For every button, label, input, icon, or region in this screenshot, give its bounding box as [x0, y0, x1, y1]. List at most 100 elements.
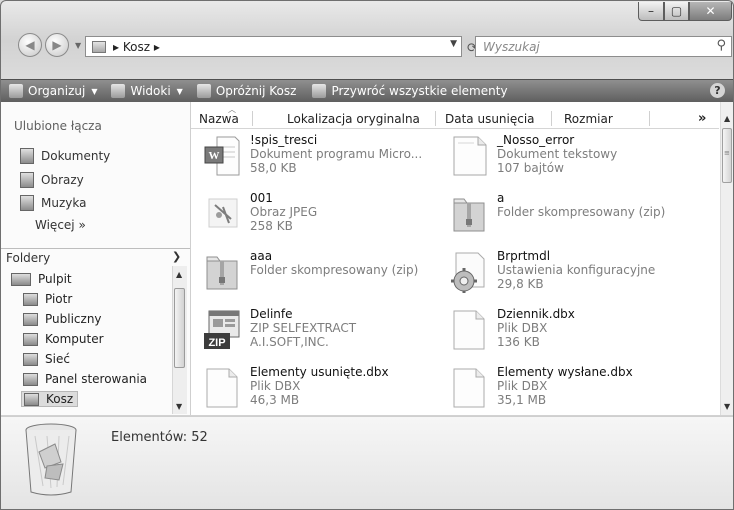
column-separator[interactable] — [252, 111, 253, 126]
file-name: a — [497, 191, 505, 205]
command-bar: Organizuj ▼ Widoki ▼ Opróżnij Kosz Przyw… — [1, 79, 733, 103]
folder-icon — [23, 312, 38, 326]
column-date-deleted[interactable]: Data usunięcia — [445, 112, 535, 126]
search-input[interactable]: Wyszukaj ⚲ — [475, 36, 732, 57]
column-separator[interactable] — [551, 111, 552, 126]
desktop-icon — [11, 272, 31, 286]
views-label: Widoki — [130, 84, 171, 98]
column-separator[interactable] — [435, 111, 436, 126]
file-name: Brprtmdl — [497, 249, 551, 263]
column-original-location[interactable]: Lokalizacja oryginalna — [287, 112, 420, 126]
file-size: 136 KB — [497, 335, 540, 349]
pictures-icon — [20, 172, 34, 188]
file-size: 46,3 MB — [250, 393, 300, 407]
scroll-up-icon[interactable]: ▲ — [724, 114, 730, 123]
close-button[interactable]: ✕ — [689, 2, 732, 21]
file-item[interactable]: 001 Obraz JPEG 258 KB — [196, 190, 441, 238]
restore-all-button[interactable]: Przywróć wszystkie elementy — [312, 84, 508, 98]
file-type: Ustawienia konfiguracyjne — [497, 263, 656, 277]
file-size: 35,1 MB — [497, 393, 547, 407]
folders-header[interactable]: Foldery ❯ — [1, 248, 190, 267]
tree-item-public[interactable]: Publiczny — [23, 312, 102, 326]
organize-icon — [9, 84, 23, 98]
music-icon — [20, 195, 34, 211]
file-item[interactable]: W !spis_tresci Dokument programu Micro..… — [196, 132, 441, 180]
favorite-label: Muzyka — [41, 196, 87, 210]
file-name: _Nosso_error — [497, 133, 575, 147]
minimize-button[interactable]: – — [638, 2, 664, 21]
file-size: 107 bajtów — [497, 161, 564, 175]
file-item[interactable]: aaa Folder skompresowany (zip) — [196, 248, 441, 296]
navigation-pane: Ulubione łącza Dokumenty Obrazy Muzyka W… — [1, 102, 191, 415]
documents-icon — [20, 148, 34, 164]
favorites-title: Ulubione łącza — [14, 119, 102, 133]
file-type: ZIP SELFEXTRACT — [250, 321, 357, 335]
forward-button[interactable]: ▶ — [45, 33, 69, 57]
chevron-down-icon: ❯ — [172, 250, 182, 263]
file-item[interactable]: a Folder skompresowany (zip) — [443, 190, 688, 238]
breadcrumb[interactable]: ▸ Kosz ▸ — [113, 40, 160, 54]
folders-title: Foldery — [6, 251, 51, 265]
tree-label: Kosz — [46, 392, 74, 406]
favorite-label: Obrazy — [41, 173, 84, 187]
tree-item-desktop[interactable]: Pulpit — [11, 272, 72, 286]
file-item[interactable]: Brprtmdl Ustawienia konfiguracyjne 29,8 … — [443, 248, 688, 296]
tree-item-network[interactable]: Sieć — [23, 352, 70, 366]
title-bar: – ▢ ✕ — [1, 1, 733, 27]
file-list-pane: ︿ Nazwa Lokalizacja oryginalna Data usun… — [191, 102, 733, 415]
views-icon — [111, 84, 126, 98]
file-size: 58,0 KB — [250, 161, 297, 175]
tree-item-recycle-bin[interactable]: Kosz — [21, 391, 79, 407]
file-item[interactable]: _Nosso_error Dokument tekstowy 107 bajtó… — [443, 132, 688, 180]
favorite-documents[interactable]: Dokumenty — [20, 148, 110, 164]
maximize-button[interactable]: ▢ — [664, 2, 689, 21]
column-name[interactable]: Nazwa — [199, 112, 239, 126]
column-size[interactable]: Rozmiar — [564, 112, 613, 126]
back-button[interactable]: ◀ — [18, 33, 42, 57]
file-name: 001 — [250, 191, 273, 205]
more-favorites-link[interactable]: Więcej » — [35, 218, 86, 232]
file-type: Plik DBX — [497, 321, 548, 335]
navigation-bar: ◀ ▶ ▼ ▸ Kosz ▸ ▼ ⟳ Wyszukaj ⚲ — [1, 27, 733, 63]
folder-tree-scrollbar[interactable]: ▲ ▼ — [172, 266, 187, 414]
column-separator[interactable] — [649, 111, 650, 126]
tree-label: Komputer — [45, 332, 104, 346]
file-item[interactable]: Dziennik.dbx Plik DBX 136 KB — [443, 306, 688, 354]
organize-button[interactable]: Organizuj ▼ — [9, 84, 97, 98]
tree-item-piotr[interactable]: Piotr — [23, 292, 72, 306]
file-company: A.I.SOFT,INC. — [250, 335, 329, 349]
file-name: Delinfe — [250, 307, 293, 321]
recycle-bin-icon — [24, 392, 39, 406]
file-name: Elementy usunięte.dbx — [250, 365, 389, 379]
search-icon[interactable]: ⚲ — [716, 38, 726, 53]
generic-file-icon — [453, 310, 485, 350]
explorer-window: – ▢ ✕ ◀ ▶ ▼ ▸ Kosz ▸ ▼ ⟳ Wyszukaj ⚲ Orga… — [0, 0, 734, 510]
tree-item-control-panel[interactable]: Panel sterowania — [23, 372, 147, 386]
empty-recycle-bin-button[interactable]: Opróżnij Kosz — [196, 84, 296, 98]
file-item[interactable]: Elementy wysłane.dbx Plik DBX 35,1 MB — [443, 364, 688, 412]
scroll-up-icon[interactable]: ▲ — [176, 270, 182, 279]
favorite-music[interactable]: Muzyka — [20, 195, 86, 211]
file-item[interactable]: Elementy usunięte.dbx Plik DBX 46,3 MB — [196, 364, 441, 412]
scroll-down-icon[interactable]: ▼ — [176, 402, 182, 411]
favorite-pictures[interactable]: Obrazy — [20, 172, 84, 188]
tree-label: Panel sterowania — [45, 372, 147, 386]
file-list-scrollbar[interactable]: ▲ ≡ ▼ — [720, 102, 733, 415]
item-count: Elementów: 52 — [111, 430, 208, 445]
computer-icon — [23, 332, 38, 346]
scrollbar-thumb[interactable] — [174, 288, 185, 368]
recycle-bin-small-icon — [92, 40, 106, 53]
scroll-down-icon[interactable]: ▼ — [724, 402, 730, 411]
tree-label: Sieć — [45, 352, 70, 366]
user-folder-icon — [23, 292, 38, 306]
word-document-icon: W — [204, 136, 240, 176]
file-item[interactable]: ZIP Delinfe ZIP SELFEXTRACT A.I.SOFT,INC… — [196, 306, 441, 354]
address-dropdown-icon[interactable]: ▼ — [450, 39, 457, 49]
details-pane: Elementów: 52 — [1, 416, 733, 509]
address-bar[interactable]: ▸ Kosz ▸ ▼ — [85, 36, 462, 57]
views-button[interactable]: Widoki ▼ — [111, 84, 183, 98]
more-columns-icon[interactable]: » — [698, 111, 706, 126]
help-icon[interactable]: ? — [710, 83, 725, 98]
recent-pages-dropdown-icon[interactable]: ▼ — [75, 41, 81, 50]
tree-item-computer[interactable]: Komputer — [23, 332, 104, 346]
